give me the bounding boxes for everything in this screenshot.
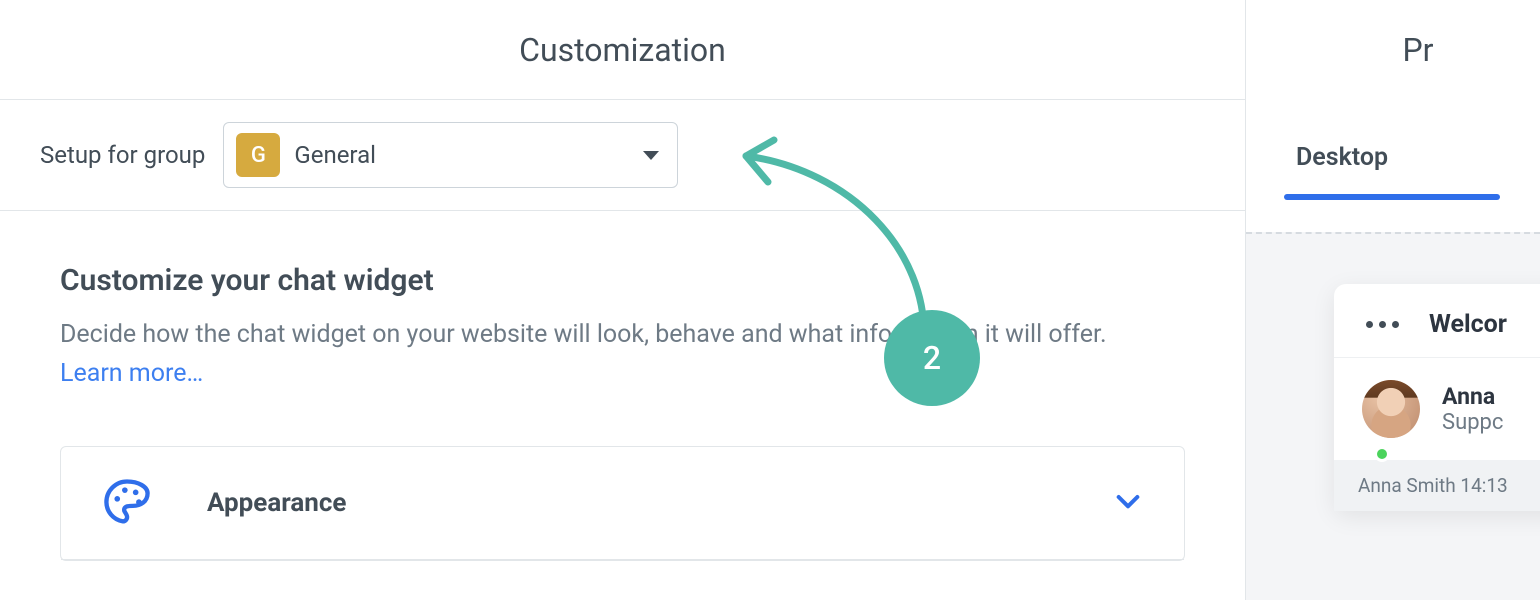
group-badge: G	[236, 133, 280, 177]
palette-icon	[101, 475, 153, 531]
group-bar: Setup for group G General	[0, 100, 1245, 211]
chat-welcome-title: Welcor	[1429, 310, 1507, 339]
annotation-step-badge: 2	[884, 310, 980, 406]
section-title: Customize your chat widget	[60, 263, 1185, 298]
tab-desktop[interactable]: Desktop	[1296, 143, 1388, 200]
right-header: Pr	[1246, 0, 1540, 100]
accordion: Appearance	[60, 446, 1185, 561]
chevron-down-icon	[1112, 485, 1144, 521]
preview-tabs: Desktop	[1246, 100, 1540, 200]
avatar	[1362, 380, 1420, 438]
presence-indicator-icon	[1374, 446, 1390, 462]
page-title: Customization	[0, 0, 1245, 100]
agent-role: Suppc	[1442, 410, 1503, 435]
right-header-title: Pr	[1402, 31, 1433, 69]
chat-preview-card: Welcor Anna Suppc Anna Smith 14:13	[1334, 284, 1540, 511]
accordion-appearance[interactable]: Appearance	[61, 447, 1184, 560]
more-icon[interactable]	[1366, 321, 1399, 328]
group-selected-name: General	[294, 141, 629, 169]
caret-down-icon	[643, 151, 659, 160]
accordion-appearance-label: Appearance	[207, 488, 1058, 518]
group-label: Setup for group	[40, 141, 205, 169]
group-badge-letter: G	[251, 143, 266, 168]
page-title-text: Customization	[519, 31, 726, 69]
agent-name: Anna	[1442, 383, 1503, 410]
chat-timestamp-line: Anna Smith 14:13	[1334, 460, 1540, 511]
learn-more-link[interactable]: Learn more…	[60, 359, 203, 388]
section-description: Decide how the chat widget on your websi…	[60, 316, 1160, 394]
tab-underline	[1284, 194, 1500, 200]
group-select[interactable]: G General	[223, 122, 678, 188]
annotation-step-number: 2	[923, 339, 941, 377]
